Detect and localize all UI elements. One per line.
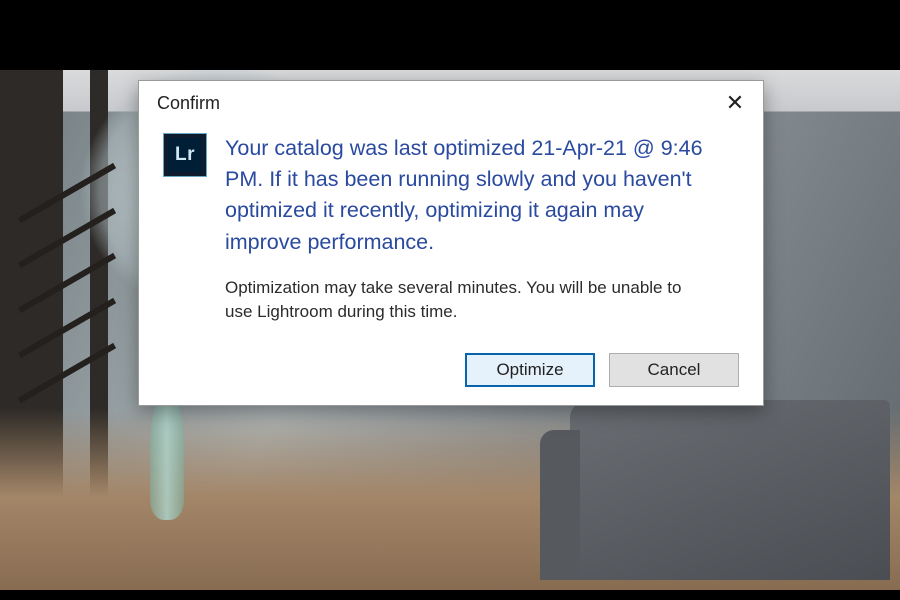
lightroom-icon: Lr [163, 133, 207, 177]
confirm-dialog: Confirm ✕ Lr Your catalog was last optim… [138, 80, 764, 406]
cancel-button[interactable]: Cancel [609, 353, 739, 387]
dialog-message-main: Your catalog was last optimized 21-Apr-2… [225, 133, 705, 258]
optimize-button[interactable]: Optimize [465, 353, 595, 387]
background-detail [570, 400, 890, 580]
background-detail [18, 343, 116, 403]
dialog-message-area: Your catalog was last optimized 21-Apr-2… [225, 133, 705, 325]
close-icon[interactable]: ✕ [721, 89, 749, 117]
dialog-message-sub: Optimization may take several minutes. Y… [225, 276, 705, 325]
screen: Confirm ✕ Lr Your catalog was last optim… [0, 0, 900, 600]
background-detail [150, 400, 184, 520]
dialog-titlebar: Confirm ✕ [139, 81, 763, 121]
dialog-body: Lr Your catalog was last optimized 21-Ap… [139, 121, 763, 331]
lightroom-icon-label: Lr [168, 138, 202, 172]
dialog-title: Confirm [157, 93, 220, 114]
dialog-button-row: Optimize Cancel [139, 331, 763, 405]
